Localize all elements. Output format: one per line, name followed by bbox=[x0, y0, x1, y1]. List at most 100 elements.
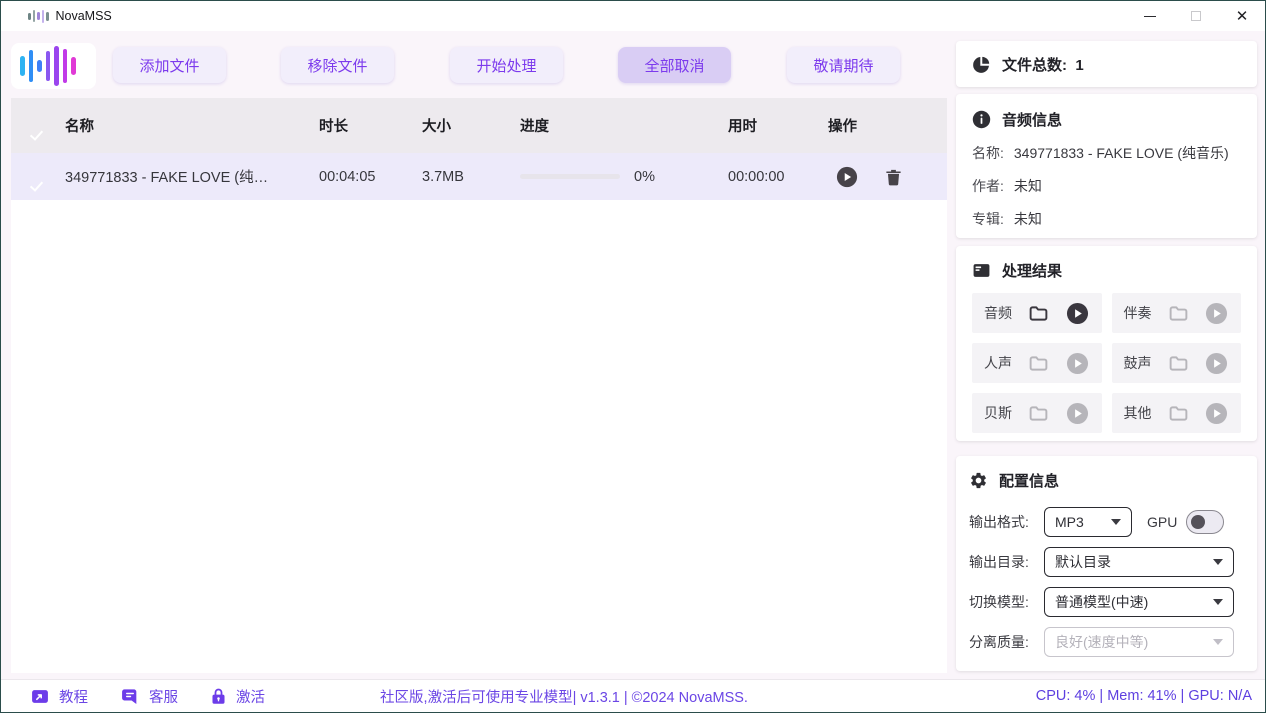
output-format-label: 输出格式: bbox=[969, 512, 1044, 532]
coming-soon-button[interactable]: 敬请期待 bbox=[787, 47, 900, 83]
folder-icon bbox=[1028, 353, 1049, 374]
config-title-row: 配置信息 bbox=[969, 470, 1243, 491]
model-select[interactable]: 普通模型(中速) bbox=[1044, 587, 1234, 617]
file-table: 名称 时长 大小 进度 用时 操作 349771833 - FAKE LOVE … bbox=[11, 98, 947, 673]
gear-icon bbox=[969, 471, 988, 490]
wallet-icon bbox=[972, 261, 991, 280]
result-label: 鼓声 bbox=[1124, 353, 1152, 373]
file-count-label: 文件总数: bbox=[1002, 57, 1067, 74]
result-label: 音频 bbox=[984, 303, 1012, 323]
close-icon: ✕ bbox=[1236, 9, 1249, 24]
results-card: 处理结果 音频 伴奏 人声 鼓声 bbox=[956, 246, 1257, 441]
logo-bar bbox=[54, 46, 59, 86]
field-value: 未知 bbox=[1014, 209, 1042, 229]
audio-field-name: 名称: 349771833 - FAKE LOVE (纯音乐) bbox=[972, 143, 1241, 163]
support-label: 客服 bbox=[149, 686, 178, 707]
audio-field-album: 专辑: 未知 bbox=[972, 209, 1241, 229]
row-delete-button[interactable] bbox=[884, 167, 903, 187]
open-folder-button[interactable] bbox=[1168, 403, 1189, 424]
folder-icon bbox=[1028, 403, 1049, 424]
footer: 教程 客服 激活 社区版,激活后可使用专业模型| v1.3.1 | ©2024 … bbox=[1, 679, 1265, 712]
audio-info-card: 音频信息 名称: 349771833 - FAKE LOVE (纯音乐) 作者:… bbox=[956, 94, 1257, 238]
result-label: 贝斯 bbox=[984, 403, 1012, 423]
close-button[interactable]: ✕ bbox=[1219, 1, 1265, 31]
output-dir-select[interactable]: 默认目录 bbox=[1044, 547, 1234, 577]
folder-icon bbox=[1168, 403, 1189, 424]
toggle-knob bbox=[1191, 515, 1205, 529]
trash-icon bbox=[884, 167, 903, 187]
output-dir-label: 输出目录: bbox=[969, 552, 1044, 572]
play-result-button[interactable] bbox=[1205, 402, 1228, 425]
support-link[interactable]: 客服 bbox=[120, 686, 178, 707]
result-item-drums: 鼓声 bbox=[1112, 343, 1242, 383]
open-folder-button[interactable] bbox=[1028, 353, 1049, 374]
window-controls: ✕ bbox=[1127, 1, 1265, 31]
open-folder-button[interactable] bbox=[1028, 303, 1049, 324]
activate-link[interactable]: 激活 bbox=[210, 686, 265, 707]
start-processing-button[interactable]: 开始处理 bbox=[450, 47, 563, 83]
add-files-button[interactable]: 添加文件 bbox=[113, 47, 226, 83]
gpu-toggle[interactable] bbox=[1186, 510, 1224, 534]
info-icon bbox=[972, 110, 991, 129]
tutorial-label: 教程 bbox=[59, 686, 88, 707]
folder-icon bbox=[1168, 303, 1189, 324]
chevron-down-icon bbox=[1213, 599, 1223, 605]
header-progress: 进度 bbox=[520, 115, 728, 136]
logo-bar bbox=[29, 50, 34, 82]
folder-icon bbox=[1168, 353, 1189, 374]
row-actions-cell bbox=[828, 166, 947, 188]
play-result-button[interactable] bbox=[1205, 302, 1228, 325]
minimize-button[interactable] bbox=[1127, 1, 1173, 31]
results-title: 处理结果 bbox=[1002, 260, 1062, 281]
titlebar-app-identity: NovaMSS bbox=[1, 9, 112, 23]
footer-system-stats: CPU: 4% | Mem: 41% | GPU: N/A bbox=[1036, 688, 1252, 704]
output-format-select[interactable]: MP3 bbox=[1044, 507, 1132, 537]
chat-bubble-icon bbox=[120, 687, 140, 706]
result-item-bass: 贝斯 bbox=[972, 393, 1102, 433]
audio-field-author: 作者: 未知 bbox=[972, 176, 1241, 196]
logo-bar bbox=[46, 51, 51, 81]
progress-label: 0% bbox=[634, 169, 655, 185]
tutorial-link[interactable]: 教程 bbox=[30, 686, 88, 707]
lock-icon bbox=[210, 686, 227, 706]
model-row: 切换模型: 普通模型(中速) bbox=[969, 587, 1243, 617]
play-result-button[interactable] bbox=[1066, 352, 1089, 375]
play-result-button[interactable] bbox=[1066, 402, 1089, 425]
open-folder-button[interactable] bbox=[1028, 403, 1049, 424]
field-value: 未知 bbox=[1014, 176, 1042, 196]
play-circle-icon bbox=[1066, 302, 1089, 325]
logo-bar bbox=[71, 57, 76, 75]
play-circle-icon bbox=[1205, 302, 1228, 325]
header-name: 名称 bbox=[65, 115, 319, 136]
chevron-down-icon bbox=[1111, 519, 1121, 525]
result-item-accompaniment: 伴奏 bbox=[1112, 293, 1242, 333]
logo-bar bbox=[63, 49, 68, 83]
play-result-button[interactable] bbox=[1066, 302, 1089, 325]
pie-chart-icon bbox=[972, 55, 991, 74]
sidebar: 文件总数: 1 音频信息 名称: 349771833 - FAKE LOVE (… bbox=[956, 41, 1257, 671]
maximize-button[interactable] bbox=[1173, 1, 1219, 31]
quality-select: 良好(速度中等) bbox=[1044, 627, 1234, 657]
maximize-icon bbox=[1191, 11, 1201, 21]
row-play-button[interactable] bbox=[836, 166, 858, 188]
footer-links: 教程 客服 激活 bbox=[1, 686, 265, 707]
header-time-used: 用时 bbox=[728, 115, 828, 136]
result-label: 其他 bbox=[1124, 403, 1152, 423]
play-result-button[interactable] bbox=[1205, 352, 1228, 375]
app-title: NovaMSS bbox=[56, 9, 112, 23]
play-circle-icon bbox=[1205, 352, 1228, 375]
cancel-all-button[interactable]: 全部取消 bbox=[618, 47, 731, 83]
folder-icon bbox=[1028, 303, 1049, 324]
field-label: 作者: bbox=[972, 176, 1004, 196]
share-arrow-icon bbox=[30, 687, 50, 706]
remove-files-button[interactable]: 移除文件 bbox=[281, 47, 394, 83]
result-item-other: 其他 bbox=[1112, 393, 1242, 433]
config-card: 配置信息 输出格式: MP3 GPU 输出目录: 默认目录 切换模型: 普通模型… bbox=[956, 456, 1257, 671]
config-title: 配置信息 bbox=[999, 470, 1059, 491]
row-name: 349771833 - FAKE LOVE (纯音乐) bbox=[65, 166, 319, 187]
open-folder-button[interactable] bbox=[1168, 303, 1189, 324]
table-row: 349771833 - FAKE LOVE (纯音乐) 00:04:05 3.7… bbox=[11, 153, 947, 200]
open-folder-button[interactable] bbox=[1168, 353, 1189, 374]
play-circle-icon bbox=[1205, 402, 1228, 425]
row-duration: 00:04:05 bbox=[319, 169, 422, 185]
